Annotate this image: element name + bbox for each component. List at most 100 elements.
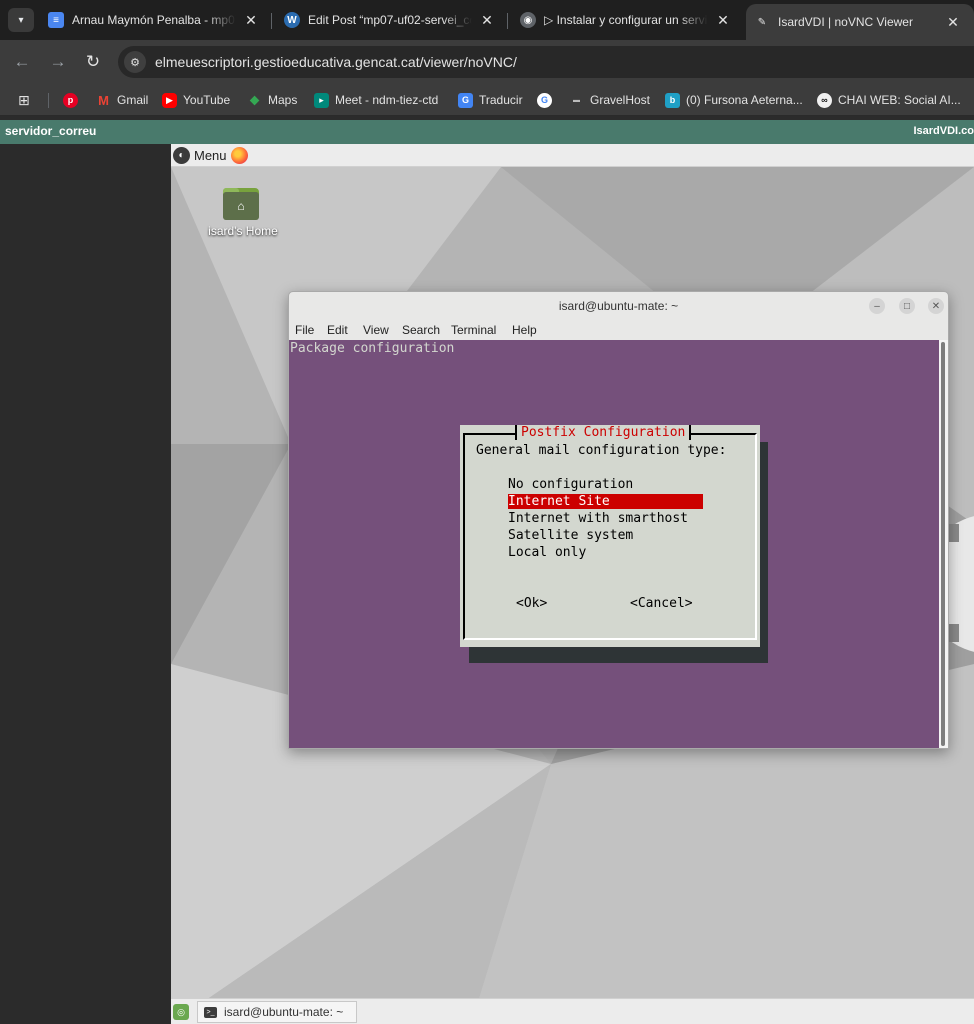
- option-local-only[interactable]: Local only: [508, 545, 586, 560]
- bookmark-pinterest[interactable]: p: [63, 91, 84, 109]
- minimize-icon[interactable]: –: [869, 298, 885, 314]
- tab-instalar[interactable]: ◉ ▷ Instalar y configurar un servic ✕: [512, 4, 740, 36]
- bookmark-google[interactable]: G: [537, 91, 558, 109]
- bottom-panel: ◎ >_ isard@ubuntu-mate: ~: [171, 998, 974, 1024]
- bookmark-youtube[interactable]: ▶ YouTube: [162, 91, 230, 109]
- reload-icon[interactable]: ↻: [81, 50, 105, 74]
- tab-docs[interactable]: ≡ Arnau Maymón Penalba - mp07 ✕: [40, 4, 268, 36]
- option-satellite-system[interactable]: Satellite system: [508, 528, 633, 543]
- bookmark-label: Meet - ndm-tiez-ctd: [335, 93, 439, 107]
- isardvdi-brand[interactable]: IsardVDI.co: [913, 125, 974, 137]
- gravelhost-icon: ▬: [573, 96, 580, 104]
- address-bar[interactable]: ⚙ elmeuescriptori.gestioeducativa.gencat…: [118, 46, 974, 78]
- tab-title: IsardVDI | noVNC Viewer: [778, 15, 913, 29]
- youtube-icon: ▶: [162, 92, 177, 108]
- globe-icon: ◉: [520, 12, 536, 28]
- scrollbar-thumb[interactable]: [941, 342, 945, 746]
- bookmark-label: YouTube: [183, 93, 231, 107]
- tab-isardvdi[interactable]: ✎ IsardVDI | noVNC Viewer ✕: [746, 4, 974, 40]
- close-icon[interactable]: ✕: [242, 12, 260, 29]
- menu-terminal[interactable]: Terminal: [451, 323, 496, 337]
- bookmark-gravelhost[interactable]: ▬ GravelHost: [569, 91, 650, 109]
- bookmark-label: Maps: [268, 93, 298, 107]
- terminal-body[interactable]: Package configuration Postfix Configurat…: [289, 340, 940, 748]
- google-docs-icon: ≡: [48, 12, 64, 28]
- maximize-icon[interactable]: □: [899, 298, 915, 314]
- home-folder-icon[interactable]: ⌂: [223, 188, 259, 220]
- postfix-dialog: Postfix Configuration General mail confi…: [460, 425, 760, 647]
- forward-icon[interactable]: →: [46, 50, 70, 74]
- tab-wordpress[interactable]: W Edit Post “mp07-uf02-servei_co ✕: [276, 4, 504, 36]
- terminal-scrollbar[interactable]: [939, 340, 948, 748]
- package-configuration-title: Package configuration: [290, 341, 455, 356]
- tab-strip: ▾ ≡ Arnau Maymón Penalba - mp07 ✕ W Edit…: [0, 0, 974, 40]
- translate-icon: G: [458, 92, 473, 108]
- remote-desktop[interactable]: ◐ Menu ⌂ isard's Home isard@ubuntu-mate:…: [171, 144, 974, 1024]
- option-internet-site[interactable]: Internet Site: [508, 494, 703, 509]
- pinterest-icon: p: [63, 92, 78, 108]
- viewer-left-pane: [0, 144, 171, 1024]
- terminal-icon: >_: [204, 1006, 217, 1018]
- show-desktop-icon[interactable]: ◎: [173, 1004, 189, 1020]
- bookmark-label: CHAI WEB: Social AI...: [838, 93, 961, 107]
- bookmark-fursona[interactable]: b (0) Fursona Aeterna...: [665, 91, 803, 109]
- apps-icon[interactable]: ⊞: [18, 91, 30, 109]
- option-internet-smarthost[interactable]: Internet with smarthost: [508, 511, 688, 526]
- tab-search-button[interactable]: ▾: [8, 8, 34, 32]
- terminal-window[interactable]: isard@ubuntu-mate: ~ – □ ✕ File Edit Vie…: [288, 291, 949, 749]
- fursona-icon: b: [665, 92, 680, 108]
- menu-help[interactable]: Help: [512, 323, 537, 337]
- bookmark-label: GravelHost: [590, 93, 651, 107]
- bookmarks-divider: [48, 93, 49, 108]
- desktop-name: servidor_correu: [5, 124, 97, 138]
- gmail-icon: M: [98, 92, 109, 108]
- terminal-menubar: File Edit View Search Terminal Help: [289, 320, 948, 340]
- bookmarks-bar: ⊞ p M Gmail ▶ YouTube ⬥ Maps ▸ Meet - nd…: [0, 84, 974, 116]
- bookmark-label: Gmail: [117, 93, 149, 107]
- bookmark-chai[interactable]: ∞ CHAI WEB: Social AI...: [817, 91, 961, 109]
- mate-menu-icon[interactable]: ◐: [173, 147, 190, 164]
- bookmark-gmail[interactable]: M Gmail: [96, 91, 148, 109]
- top-panel: ◐ Menu: [171, 144, 974, 167]
- close-icon[interactable]: ✕: [478, 12, 496, 29]
- tab-separator: [271, 13, 272, 29]
- site-info-icon[interactable]: ⚙: [124, 51, 146, 73]
- google-icon: G: [537, 92, 552, 108]
- bookmark-label: Traducir: [479, 93, 523, 107]
- tab-title: ▷ Instalar y configurar un servic: [544, 13, 708, 27]
- option-no-configuration[interactable]: No configuration: [508, 477, 633, 492]
- bookmark-label: (0) Fursona Aeterna...: [686, 93, 803, 107]
- meet-icon: ▸: [314, 92, 329, 108]
- bookmark-meet[interactable]: ▸ Meet - ndm-tiez-ctd: [314, 91, 438, 109]
- close-icon[interactable]: ✕: [928, 298, 944, 314]
- tab-separator: [507, 13, 508, 29]
- menu-button[interactable]: Menu: [194, 148, 227, 163]
- isardvdi-bar: servidor_correu IsardVDI.co: [0, 120, 974, 144]
- taskbar-terminal[interactable]: >_ isard@ubuntu-mate: ~: [197, 1001, 357, 1023]
- menu-search[interactable]: Search: [402, 323, 440, 337]
- isardvdi-icon: ✎: [757, 16, 767, 28]
- back-icon[interactable]: ←: [10, 50, 34, 74]
- dialog-prompt: General mail configuration type:: [476, 443, 727, 458]
- firefox-icon[interactable]: [231, 147, 248, 164]
- chai-icon: ∞: [817, 92, 832, 108]
- window-title: isard@ubuntu-mate: ~: [558, 299, 679, 313]
- taskbar-label: isard@ubuntu-mate: ~: [224, 1005, 344, 1019]
- url-text[interactable]: elmeuescriptori.gestioeducativa.gencat.c…: [155, 54, 517, 70]
- browser-toolbar: ← → ↻ ⚙ elmeuescriptori.gestioeducativa.…: [0, 40, 974, 84]
- bookmark-maps[interactable]: ⬥ Maps: [247, 91, 297, 109]
- cancel-button[interactable]: <Cancel>: [630, 596, 693, 611]
- close-icon[interactable]: ✕: [714, 12, 732, 29]
- menu-file[interactable]: File: [295, 323, 314, 337]
- close-icon[interactable]: ✕: [944, 14, 962, 31]
- dialog-title: Postfix Configuration: [515, 425, 692, 440]
- bookmark-translate[interactable]: G Traducir: [458, 91, 523, 109]
- maps-icon: ⬥: [249, 92, 260, 107]
- menu-view[interactable]: View: [363, 323, 389, 337]
- home-folder-label[interactable]: isard's Home: [203, 224, 283, 238]
- ok-button[interactable]: <Ok>: [516, 596, 547, 611]
- wordpress-icon: W: [284, 12, 300, 28]
- menu-edit[interactable]: Edit: [327, 323, 348, 337]
- tab-title: Edit Post “mp07-uf02-servei_co: [308, 13, 472, 27]
- tab-title: Arnau Maymón Penalba - mp07: [72, 13, 236, 27]
